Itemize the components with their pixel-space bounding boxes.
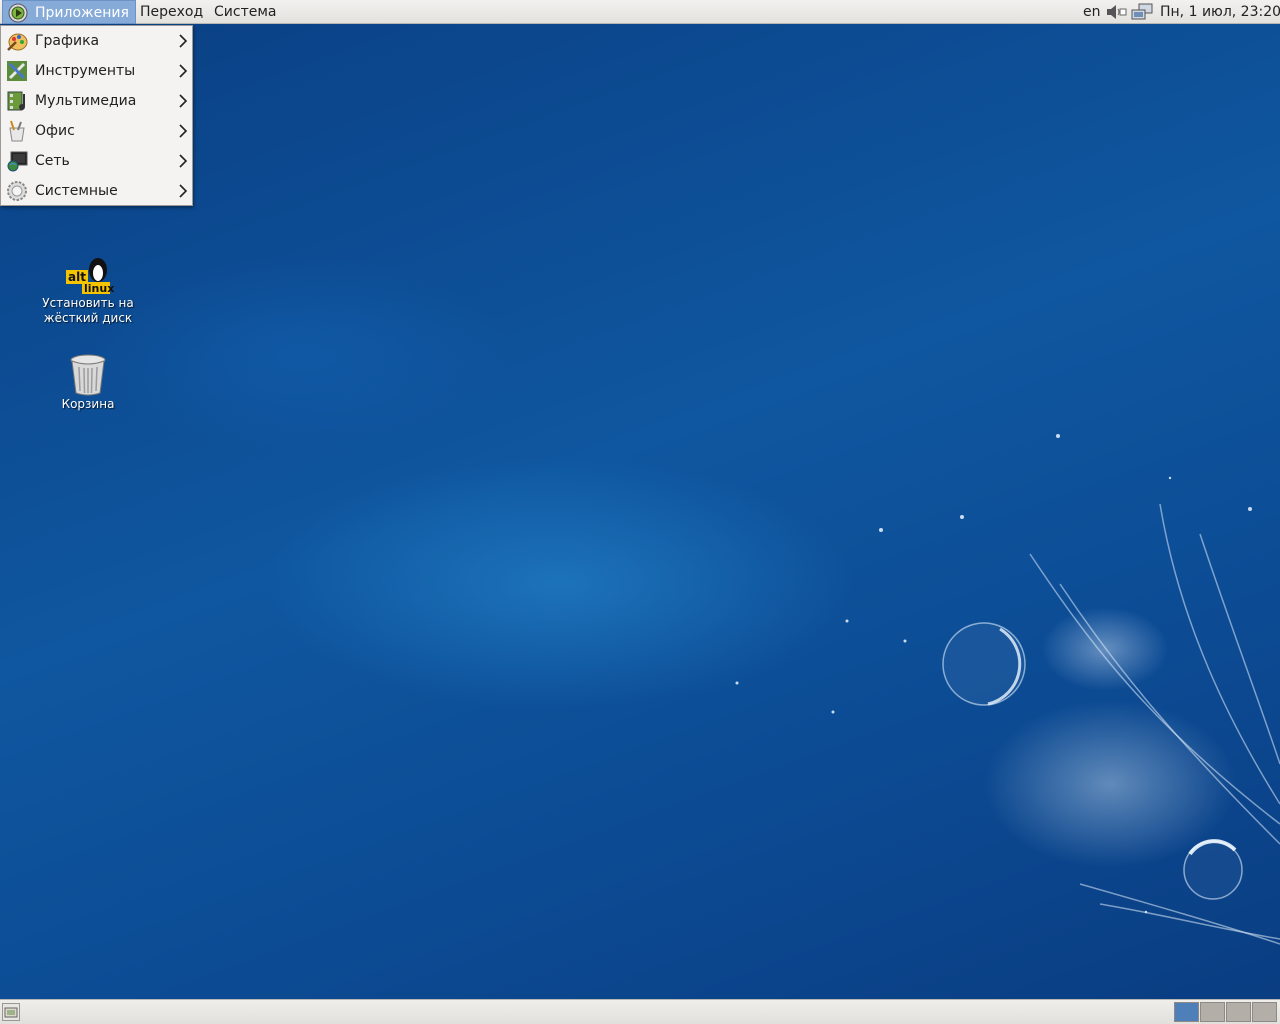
office-icon bbox=[9, 120, 25, 142]
logo-text-linux: linux bbox=[84, 282, 114, 295]
desktop-icon-label: Установить на bbox=[42, 296, 134, 310]
chevron-right-icon bbox=[179, 94, 188, 108]
menu-item-system[interactable]: Системные bbox=[1, 176, 192, 206]
desktop-icon-label: Корзина bbox=[61, 397, 115, 411]
menu-item-office[interactable]: Офис bbox=[1, 116, 192, 146]
system-icon bbox=[7, 181, 27, 201]
multimedia-icon bbox=[7, 91, 25, 111]
chevron-right-icon bbox=[179, 184, 188, 198]
volume-icon[interactable] bbox=[1105, 4, 1127, 20]
workspace-4[interactable] bbox=[1252, 1002, 1277, 1022]
menu-item-label: Инструменты bbox=[35, 63, 136, 79]
desktop-icon-install[interactable]: alt linux Установить на жёсткий диск bbox=[33, 256, 143, 326]
tools-icon bbox=[7, 61, 27, 81]
workspace-1[interactable] bbox=[1174, 1002, 1199, 1022]
keyboard-layout-indicator[interactable]: en bbox=[1083, 0, 1101, 24]
menu-item-label: Офис bbox=[35, 123, 75, 139]
menu-item-graphics[interactable]: Графика bbox=[1, 26, 192, 56]
chevron-right-icon bbox=[179, 124, 188, 138]
menu-item-tools[interactable]: Инструменты bbox=[1, 56, 192, 86]
menu-item-label: Мультимедиа bbox=[35, 93, 137, 109]
desktop-icon-label: жёсткий диск bbox=[43, 311, 133, 325]
workspace-2[interactable] bbox=[1200, 1002, 1225, 1022]
go-menu-button[interactable]: Переход bbox=[133, 0, 210, 24]
menu-item-label: Сеть bbox=[35, 153, 70, 169]
show-desktop-icon bbox=[4, 1007, 18, 1018]
network-status-icon[interactable] bbox=[1131, 3, 1153, 21]
network-icon bbox=[7, 151, 28, 172]
menu-item-label: Системные bbox=[35, 183, 118, 199]
clock[interactable]: Пн, 1 июл, 23:20 bbox=[1160, 0, 1280, 24]
applications-menu-label: Приложения bbox=[35, 5, 129, 21]
desktop-icon-trash[interactable]: Корзина bbox=[33, 353, 143, 412]
applications-menu-button[interactable]: Приложения bbox=[2, 0, 136, 24]
menu-item-label: Графика bbox=[35, 33, 100, 49]
menu-item-multimedia[interactable]: Мультимедиа bbox=[1, 86, 192, 116]
system-menu-button[interactable]: Система bbox=[207, 0, 283, 24]
workspace-3[interactable] bbox=[1226, 1002, 1251, 1022]
graphics-icon bbox=[7, 33, 28, 51]
menu-item-network[interactable]: Сеть bbox=[1, 146, 192, 176]
top-panel: Приложения Переход Система en Пн, 1 июл,… bbox=[0, 0, 1280, 24]
alt-linux-installer-icon: alt linux bbox=[66, 258, 114, 295]
chevron-right-icon bbox=[179, 154, 188, 168]
trash-icon bbox=[70, 354, 106, 396]
chevron-right-icon bbox=[179, 34, 188, 48]
applications-dropdown: Графика Инструменты Мультимедиа Офис Сет… bbox=[0, 25, 193, 206]
bottom-panel bbox=[0, 999, 1280, 1024]
show-desktop-button[interactable] bbox=[2, 1003, 20, 1021]
alt-logo-icon bbox=[8, 3, 28, 23]
chevron-right-icon bbox=[179, 64, 188, 78]
